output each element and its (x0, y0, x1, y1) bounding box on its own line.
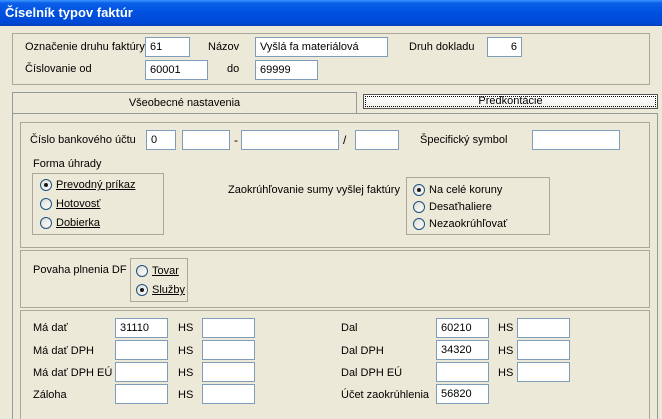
tab-label: Všeobecné nastavenia (128, 97, 241, 109)
hs-label: HS (498, 322, 514, 334)
dal-label: Dal (341, 322, 358, 334)
hs-label: HS (178, 389, 194, 401)
ma-dat-dph-eu-field[interactable] (115, 362, 168, 382)
zaloha-hs-field[interactable] (202, 384, 255, 404)
ma-dat-label: Má dať (33, 322, 68, 334)
cislovanie-do-field[interactable]: 69999 (255, 60, 318, 80)
radio-label: Na celé koruny (429, 184, 503, 197)
radio-hotovost[interactable]: Hotovosť (40, 197, 100, 211)
radio-selected-icon (413, 184, 425, 197)
bank-part2-field[interactable] (182, 130, 230, 150)
hs-label: HS (178, 345, 194, 357)
payment-form-label: Forma úhrady (33, 158, 102, 170)
ma-dat-dph-field[interactable] (115, 340, 168, 360)
nazov-label: Názov (208, 41, 240, 53)
tab-vseobecne-nastavenia[interactable]: Všeobecné nastavenia (12, 92, 357, 114)
window-title: Číselník typov faktúr (5, 5, 133, 20)
bank-code-field[interactable] (355, 130, 399, 150)
cislovanie-od-field[interactable]: 60001 (145, 60, 208, 80)
hs-label: HS (498, 345, 514, 357)
radio-label: Dobierka (56, 217, 101, 230)
radio-tovar[interactable]: Tovar (136, 264, 179, 278)
ma-dat-dph-eu-label: Má dať DPH EÚ (33, 367, 113, 379)
radio-label: Nezaokrúhľovať (429, 218, 508, 231)
radio-sluzby[interactable]: Služby (136, 283, 185, 297)
ma-dat-dph-eu-hs-field[interactable] (202, 362, 255, 382)
radio-unselected-icon (40, 198, 52, 211)
bank-dash: - (234, 133, 238, 147)
radio-unselected-icon (413, 218, 425, 231)
radio-nezaokruhlovat[interactable]: Nezaokrúhľovať (413, 217, 507, 231)
window-title-bar: Číselník typov faktúr (0, 0, 662, 26)
ucet-zaokruhlenia-label: Účet zaokrúhlenia (341, 389, 430, 401)
radio-label: Tovar (152, 265, 179, 278)
dal-dph-eu-hs-field[interactable] (517, 362, 570, 382)
radio-na-cele-koruny[interactable]: Na celé koruny (413, 183, 502, 197)
zaloha-field[interactable] (115, 384, 168, 404)
radio-label: Hotovosť (56, 198, 101, 211)
dal-field[interactable]: 60210 (436, 318, 489, 338)
tab-label: Predkontácie (478, 95, 543, 107)
radio-prevodny-prikaz[interactable]: Prevodný príkaz (40, 178, 135, 192)
povaha-section (20, 250, 650, 308)
do-label: do (227, 63, 240, 75)
ma-dat-field[interactable]: 31110 (115, 318, 168, 338)
dal-dph-eu-label: Dal DPH EÚ (341, 367, 403, 379)
nazov-field[interactable]: Vyšlá fa materiálová (255, 37, 388, 57)
radio-selected-icon (40, 179, 52, 192)
ucet-zaokruhlenia-field[interactable]: 56820 (436, 384, 489, 404)
dal-dph-hs-field[interactable] (517, 340, 570, 360)
oznacenie-field[interactable]: 61 (145, 37, 190, 57)
radio-label: Desaťhaliere (429, 201, 492, 214)
dal-dph-eu-field[interactable] (436, 362, 489, 382)
druh-dokladu-label: Druh dokladu (409, 41, 475, 53)
ma-dat-hs-field[interactable] (202, 318, 255, 338)
radio-label: Služby (152, 284, 186, 297)
bank-slash: / (343, 133, 347, 147)
hs-label: HS (178, 367, 194, 379)
specific-symbol-field[interactable] (532, 130, 620, 150)
radio-label: Prevodný príkaz (56, 179, 136, 192)
dal-dph-field[interactable]: 34320 (436, 340, 489, 360)
dal-hs-field[interactable] (517, 318, 570, 338)
oznacenie-label: Označenie druhu faktúry (25, 41, 145, 53)
hs-label: HS (498, 367, 514, 379)
radio-unselected-icon (40, 217, 52, 230)
ma-dat-dph-hs-field[interactable] (202, 340, 255, 360)
cislovanie-label: Číslovanie od (25, 63, 92, 75)
ma-dat-dph-label: Má dať DPH (33, 345, 94, 357)
radio-desathaliere[interactable]: Desaťhaliere (413, 200, 492, 214)
bank-prefix-field[interactable]: 0 (146, 130, 176, 150)
druh-dokladu-field[interactable]: 6 (487, 37, 522, 57)
radio-unselected-icon (413, 201, 425, 214)
specific-symbol-label: Špecifický symbol (420, 134, 508, 146)
radio-dobierka[interactable]: Dobierka (40, 216, 100, 230)
bank-account-field[interactable] (241, 130, 339, 150)
tab-predkontacie[interactable]: Predkontácie (363, 94, 658, 109)
povaha-label: Povaha plnenia DF (33, 264, 127, 276)
bank-account-label: Číslo bankového účtu (30, 134, 136, 146)
zaloha-label: Záloha (33, 389, 67, 401)
radio-unselected-icon (136, 265, 148, 278)
dal-dph-label: Dal DPH (341, 345, 384, 357)
radio-selected-icon (136, 284, 148, 297)
rounding-label: Zaokrúhľovanie sumy vyšlej faktúry (228, 184, 400, 196)
hs-label: HS (178, 322, 194, 334)
